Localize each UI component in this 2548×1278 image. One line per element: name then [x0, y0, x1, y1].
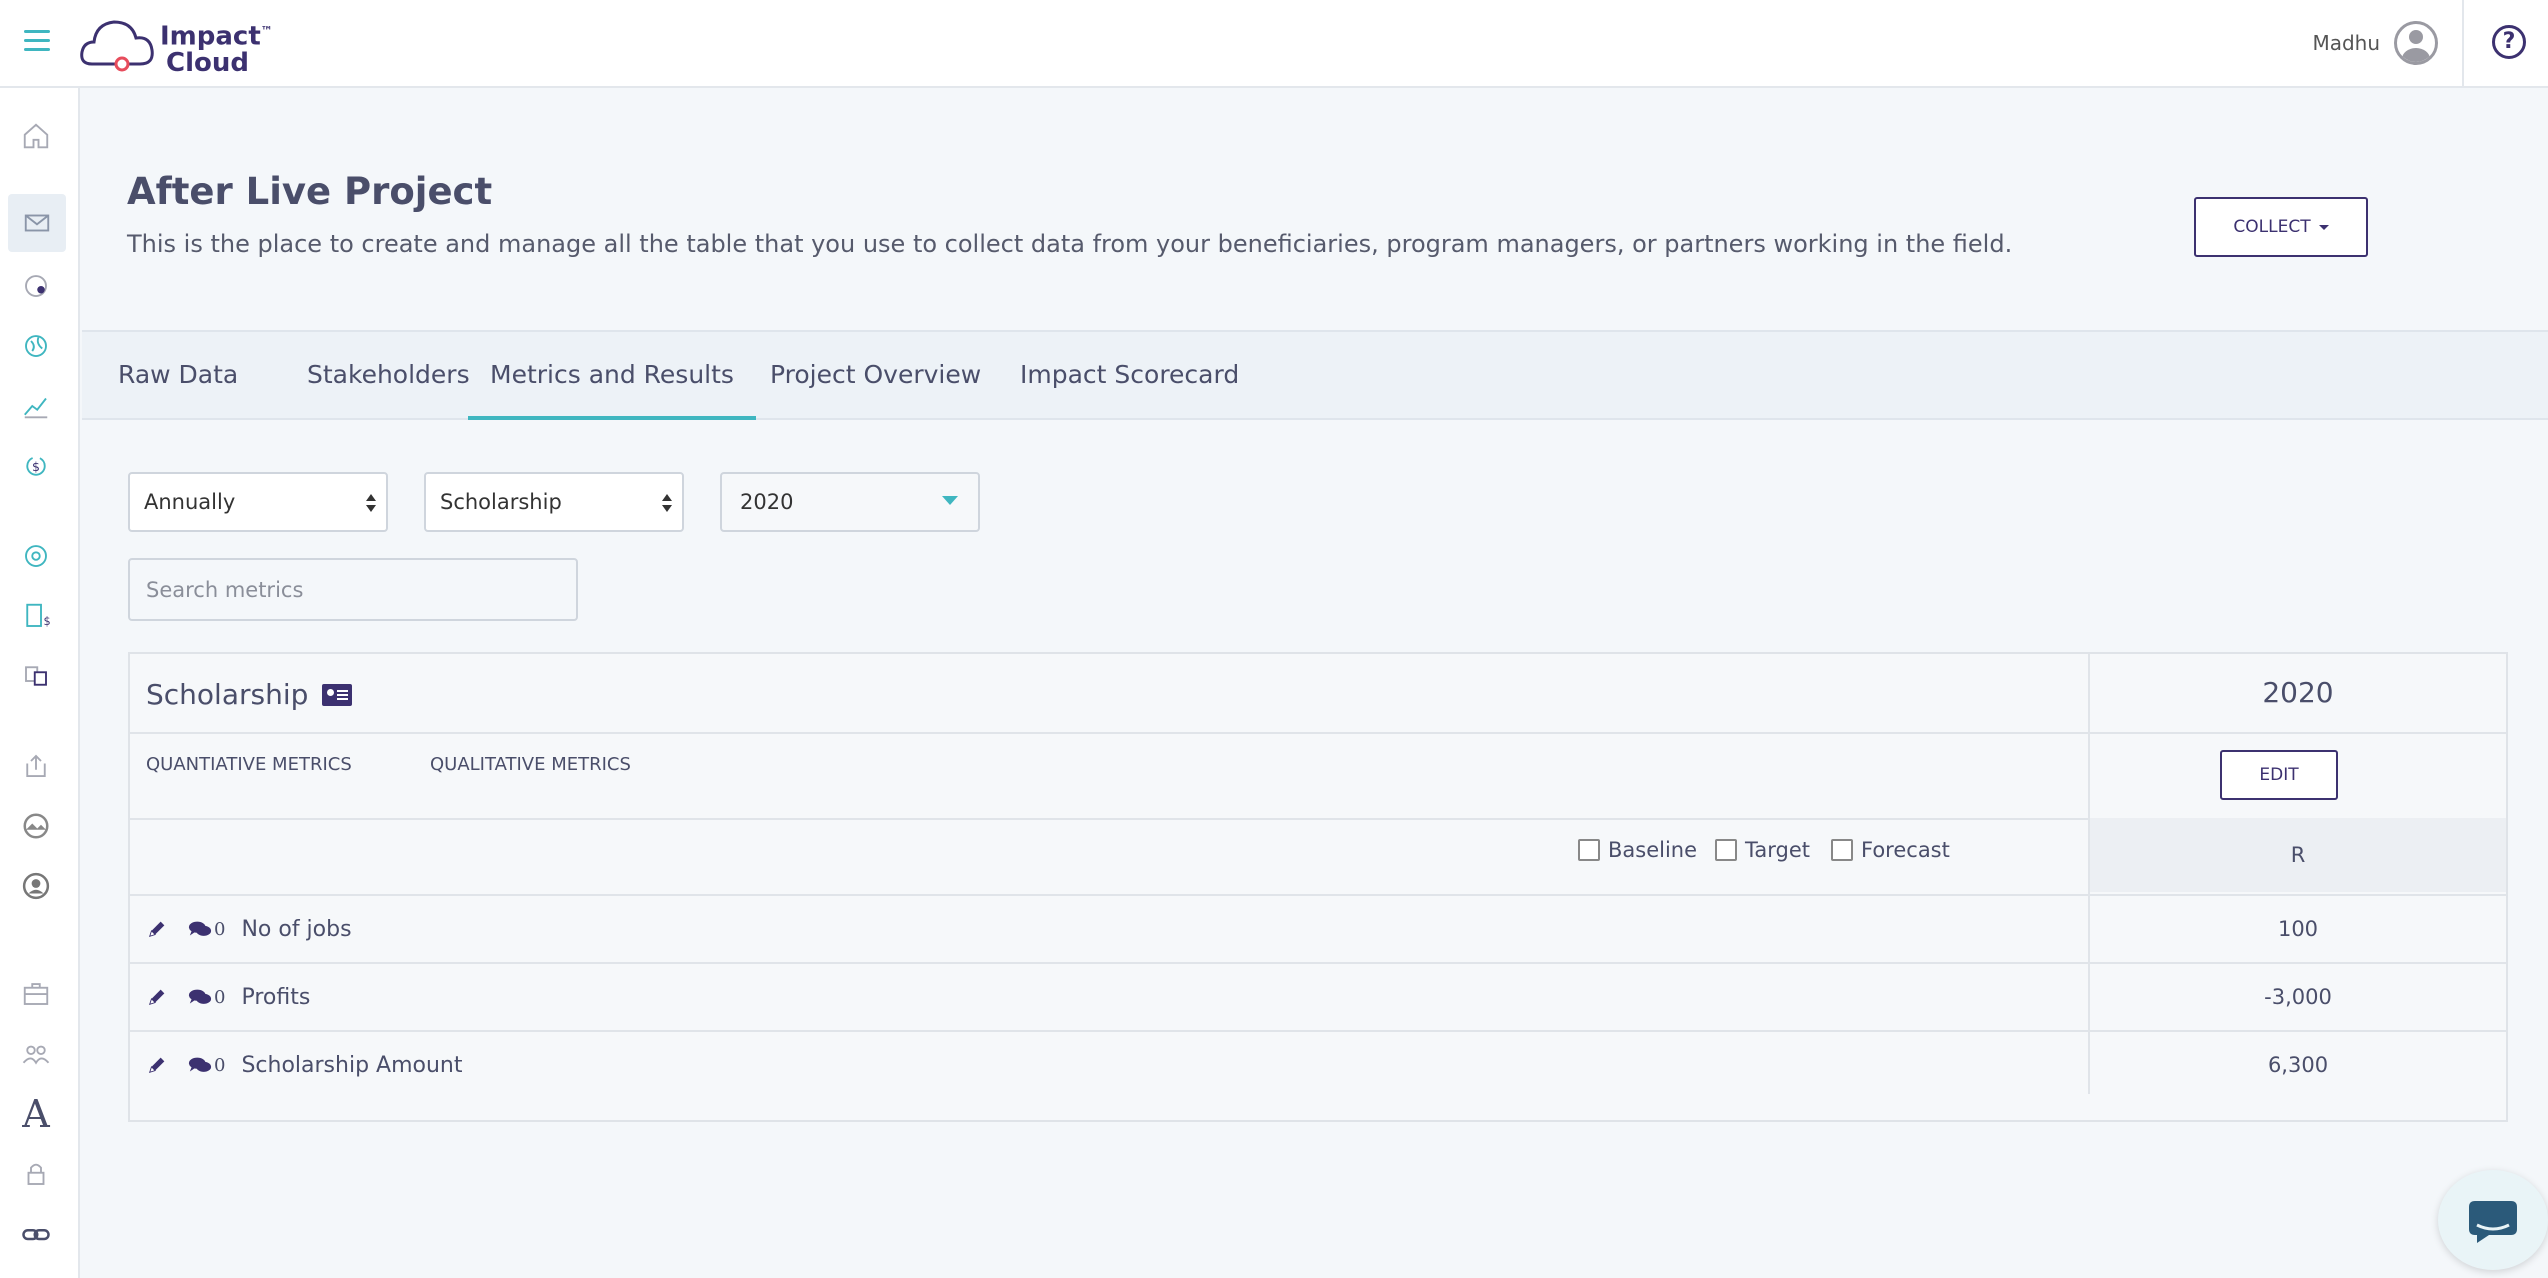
- cloud-logo-icon: [80, 20, 154, 72]
- impact-cloud-logo[interactable]: Impact™ Cloud: [78, 10, 273, 76]
- chart-line-icon[interactable]: [14, 384, 58, 428]
- tab-impact-scorecard[interactable]: Impact Scorecard: [998, 332, 1261, 420]
- table-row: 0 No of jobs: [130, 896, 2088, 962]
- period-value: Annually: [144, 490, 236, 514]
- year-select[interactable]: 2020: [720, 472, 980, 532]
- user-name: Madhu: [2312, 31, 2380, 55]
- help-icon[interactable]: ?: [2492, 25, 2526, 59]
- translate-icon[interactable]: [14, 654, 58, 698]
- baseline-checkbox-group[interactable]: Baseline: [1578, 838, 1697, 862]
- sidebar: $ $ A: [0, 88, 80, 1278]
- table-row: 0 Scholarship Amount: [130, 1032, 2088, 1098]
- category-select[interactable]: Scholarship: [424, 472, 684, 532]
- pencil-icon[interactable]: [146, 1054, 168, 1076]
- collect-label: COLLECT: [2233, 217, 2311, 237]
- comments-icon: [188, 989, 212, 1004]
- svg-text:$: $: [44, 615, 51, 628]
- users-icon[interactable]: [14, 1032, 58, 1076]
- category-value: Scholarship: [440, 490, 562, 514]
- landscape-icon[interactable]: [14, 804, 58, 848]
- comment-count: 0: [214, 986, 226, 1008]
- comments-button[interactable]: 0: [188, 987, 225, 1008]
- logo-trademark: ™: [260, 24, 273, 38]
- dollar-cycle-icon[interactable]: $: [14, 444, 58, 488]
- collect-button[interactable]: COLLECT: [2194, 197, 2368, 257]
- tab-quantitative-metrics[interactable]: QUANTIATIVE METRICS: [146, 754, 352, 775]
- metrics-table: Scholarship 2020 QUANTIATIVE METRICS QUA…: [128, 652, 2508, 1122]
- divider: [2462, 0, 2464, 88]
- comments-button[interactable]: 0: [188, 919, 225, 940]
- unit-header: R: [2090, 818, 2506, 892]
- comment-count: 0: [214, 918, 226, 940]
- page-title: After Live Project: [127, 170, 493, 213]
- year-column-header: 2020: [2262, 676, 2334, 709]
- link-icon[interactable]: [14, 1212, 58, 1256]
- divider: [130, 732, 2506, 734]
- year-value: 2020: [740, 490, 794, 514]
- comments-icon: [188, 921, 212, 936]
- chat-widget-button[interactable]: [2438, 1170, 2548, 1270]
- forecast-label: Forecast: [1861, 838, 1950, 862]
- comments-button[interactable]: 0: [188, 1055, 225, 1076]
- tab-project-overview[interactable]: Project Overview: [748, 332, 1003, 420]
- logo-line2: Cloud: [166, 47, 249, 78]
- section-title: Scholarship: [146, 678, 309, 711]
- briefcase-icon[interactable]: [14, 972, 58, 1016]
- upload-icon[interactable]: [14, 744, 58, 788]
- inbox-icon[interactable]: [8, 194, 66, 252]
- top-bar: Impact™ Cloud Madhu ?: [0, 0, 2548, 88]
- pencil-icon[interactable]: [146, 918, 168, 940]
- target-checkbox[interactable]: [1715, 839, 1737, 861]
- world-icon[interactable]: [14, 324, 58, 368]
- menu-icon[interactable]: [24, 30, 50, 54]
- edit-button[interactable]: EDIT: [2220, 750, 2338, 800]
- tab-stakeholders[interactable]: Stakeholders: [285, 332, 492, 420]
- user-menu[interactable]: Madhu: [2312, 20, 2438, 66]
- metric-label: No of jobs: [241, 916, 352, 942]
- caret-down-icon: [2318, 224, 2329, 230]
- caret-down-icon: [942, 496, 958, 505]
- table-row: 0 Profits: [130, 964, 2088, 1030]
- metric-value[interactable]: 100: [2090, 896, 2506, 962]
- comments-icon: [188, 1057, 212, 1072]
- metric-value[interactable]: 6,300: [2090, 1032, 2506, 1098]
- sort-arrows-icon: [366, 494, 376, 514]
- home-icon[interactable]: [14, 114, 58, 158]
- report-dollar-icon[interactable]: $: [14, 594, 58, 638]
- search-input[interactable]: [128, 558, 578, 621]
- forecast-checkbox-group[interactable]: Forecast: [1831, 838, 1950, 862]
- tab-qualitative-metrics[interactable]: QUALITATIVE METRICS: [430, 754, 631, 775]
- user-circle-icon[interactable]: [14, 864, 58, 908]
- sort-arrows-icon: [662, 494, 672, 514]
- metric-label: Scholarship Amount: [241, 1052, 463, 1078]
- metric-value[interactable]: -3,000: [2090, 964, 2506, 1030]
- font-icon[interactable]: A: [14, 1092, 58, 1136]
- target-checkbox-group[interactable]: Target: [1715, 838, 1810, 862]
- chat-icon: [2469, 1201, 2517, 1243]
- baseline-label: Baseline: [1608, 838, 1698, 862]
- section-header: Scholarship: [146, 678, 353, 711]
- forecast-checkbox[interactable]: [1831, 839, 1853, 861]
- tab-metrics-and-results[interactable]: Metrics and Results: [468, 332, 756, 420]
- lock-icon[interactable]: [14, 1152, 58, 1196]
- pencil-icon[interactable]: [146, 986, 168, 1008]
- comment-count: 0: [214, 1054, 226, 1076]
- tab-bar: Raw Data Stakeholders Metrics and Result…: [82, 330, 2548, 420]
- tab-raw-data[interactable]: Raw Data: [96, 332, 260, 420]
- baseline-checkbox[interactable]: [1578, 839, 1600, 861]
- avatar[interactable]: [2394, 21, 2438, 65]
- globe-icon[interactable]: [14, 264, 58, 308]
- period-select[interactable]: Annually: [128, 472, 388, 532]
- id-card-icon[interactable]: [322, 683, 353, 706]
- svg-text:$: $: [32, 459, 40, 474]
- page-description: This is the place to create and manage a…: [127, 230, 2013, 258]
- metric-label: Profits: [241, 984, 311, 1010]
- target-label: Target: [1745, 838, 1810, 862]
- support-icon[interactable]: [14, 534, 58, 578]
